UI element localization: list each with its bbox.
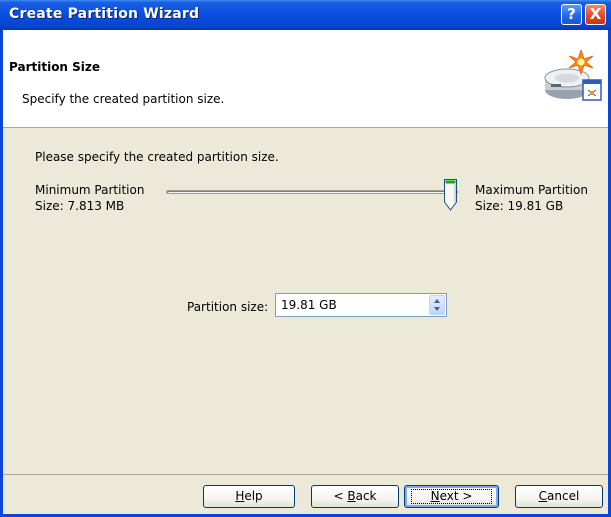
- create-partition-wizard-window: Create Partition Wizard ? X Partition Si…: [0, 0, 611, 517]
- window-title: Create Partition Wizard: [9, 6, 200, 22]
- footer-divider: [3, 474, 608, 475]
- spin-up-arrow-icon[interactable]: [434, 299, 440, 303]
- title-bar[interactable]: Create Partition Wizard ? X: [0, 0, 611, 30]
- maximum-partition-size-label: Maximum Partition Size: 19.81 GB: [475, 182, 588, 214]
- partition-size-slider-thumb[interactable]: [443, 178, 458, 212]
- next-button[interactable]: Next >: [404, 485, 499, 508]
- page-subtitle: Specify the created partition size.: [22, 92, 225, 106]
- cancel-button-label: Cancel: [538, 489, 580, 503]
- max-label-line1: Maximum Partition: [475, 183, 588, 197]
- partition-size-label: Partition size:: [187, 300, 269, 314]
- back-button-label: < Back: [333, 489, 377, 503]
- help-button[interactable]: Help: [203, 485, 295, 508]
- close-titlebar-button[interactable]: X: [585, 4, 606, 25]
- next-button-label: Next >: [430, 489, 473, 503]
- min-label-line1: Minimum Partition: [35, 183, 145, 197]
- back-button[interactable]: < Back: [311, 485, 399, 508]
- spin-down-arrow-icon[interactable]: [434, 307, 440, 311]
- partition-size-value[interactable]: 19.81 GB: [281, 298, 337, 312]
- wizard-header-panel: Partition Size Specify the created parti…: [3, 30, 608, 128]
- disk-partition-wizard-icon: [544, 50, 602, 101]
- partition-size-slider-track[interactable]: [166, 190, 458, 194]
- instruction-text: Please specify the created partition siz…: [35, 150, 279, 164]
- cancel-button[interactable]: Cancel: [515, 485, 603, 508]
- max-label-line2: Size: 19.81 GB: [475, 199, 564, 213]
- help-button-label: Help: [235, 489, 263, 503]
- page-title: Partition Size: [9, 60, 101, 74]
- partition-size-input[interactable]: 19.81 GB: [275, 293, 447, 317]
- min-label-line2: Size: 7.813 MB: [35, 199, 125, 213]
- minimum-partition-size-label: Minimum Partition Size: 7.813 MB: [35, 182, 144, 214]
- help-titlebar-button[interactable]: ?: [561, 4, 582, 25]
- partition-size-spinner[interactable]: [429, 295, 445, 315]
